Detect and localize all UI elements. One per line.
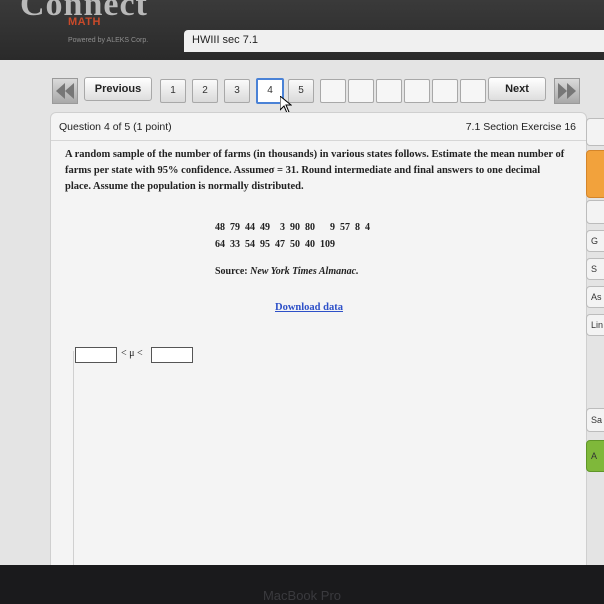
page-1-button[interactable]: 1 xyxy=(160,79,186,103)
page-slot xyxy=(348,79,374,103)
math-brand: MATH xyxy=(68,16,101,28)
device-label: MacBook Pro xyxy=(262,588,342,603)
divider xyxy=(51,140,586,141)
double-left-arrow-icon xyxy=(56,83,74,99)
data-row: 48 79 44 49 3 90 80 9 57 8 4 xyxy=(215,222,370,233)
side-orange-button[interactable] xyxy=(586,150,604,198)
section-label: 7.1 Section Exercise 16 xyxy=(465,121,576,133)
question-number: Question 4 of 5 (1 point) xyxy=(59,121,172,133)
header: Connect MATH Powered by ALEKS Corp. HWII… xyxy=(0,0,604,60)
page-2-button[interactable]: 2 xyxy=(192,79,218,103)
screen: Connect MATH Powered by ALEKS Corp. HWII… xyxy=(0,0,604,565)
data-values: 48 79 44 49 3 90 80 9 57 8 4 64 33 54 95 … xyxy=(215,219,370,253)
side-tool-button[interactable] xyxy=(586,200,604,224)
source-name: New York Times Almanac. xyxy=(250,266,359,277)
question-panel: Question 4 of 5 (1 point) 7.1 Section Ex… xyxy=(50,112,587,565)
data-row: 64 33 54 95 47 50 40 109 xyxy=(215,239,335,250)
side-tool-button[interactable]: G xyxy=(586,230,604,252)
assignment-tab-label: HWIII sec 7.1 xyxy=(192,34,259,46)
side-tool-button[interactable]: Lin xyxy=(586,314,604,336)
source-label: Source: xyxy=(215,266,248,277)
page-slot xyxy=(404,79,430,103)
side-tool-button[interactable] xyxy=(586,118,604,146)
previous-button[interactable]: Previous xyxy=(84,77,152,101)
side-tool-button[interactable]: Sa xyxy=(586,408,604,432)
problem-text: A random sample of the number of farms (… xyxy=(65,149,565,192)
page-3-button[interactable]: 3 xyxy=(224,79,250,103)
double-right-arrow-icon xyxy=(558,83,576,99)
page-slot xyxy=(460,79,486,103)
source-line: Source: New York Times Almanac. xyxy=(215,266,359,277)
download-data-link[interactable]: Download data xyxy=(275,302,343,313)
back-arrow-button[interactable] xyxy=(52,78,78,104)
inequality-label: < μ < xyxy=(121,348,143,359)
forward-arrow-button[interactable] xyxy=(554,78,580,104)
side-green-button[interactable]: A xyxy=(586,440,604,472)
next-button[interactable]: Next xyxy=(488,77,546,101)
page-slot xyxy=(432,79,458,103)
side-tool-button[interactable]: S xyxy=(586,258,604,280)
side-tool-button[interactable]: As xyxy=(586,286,604,308)
lower-bound-input[interactable] xyxy=(75,347,117,363)
answer-area-border xyxy=(73,351,74,565)
page-slot xyxy=(376,79,402,103)
upper-bound-input[interactable] xyxy=(151,347,193,363)
question-navigation: Previous 1 2 3 4 5 Next xyxy=(52,77,592,105)
page-slot xyxy=(320,79,346,103)
assignment-tab[interactable]: HWIII sec 7.1 xyxy=(184,30,604,52)
powered-by: Powered by ALEKS Corp. xyxy=(68,37,149,44)
